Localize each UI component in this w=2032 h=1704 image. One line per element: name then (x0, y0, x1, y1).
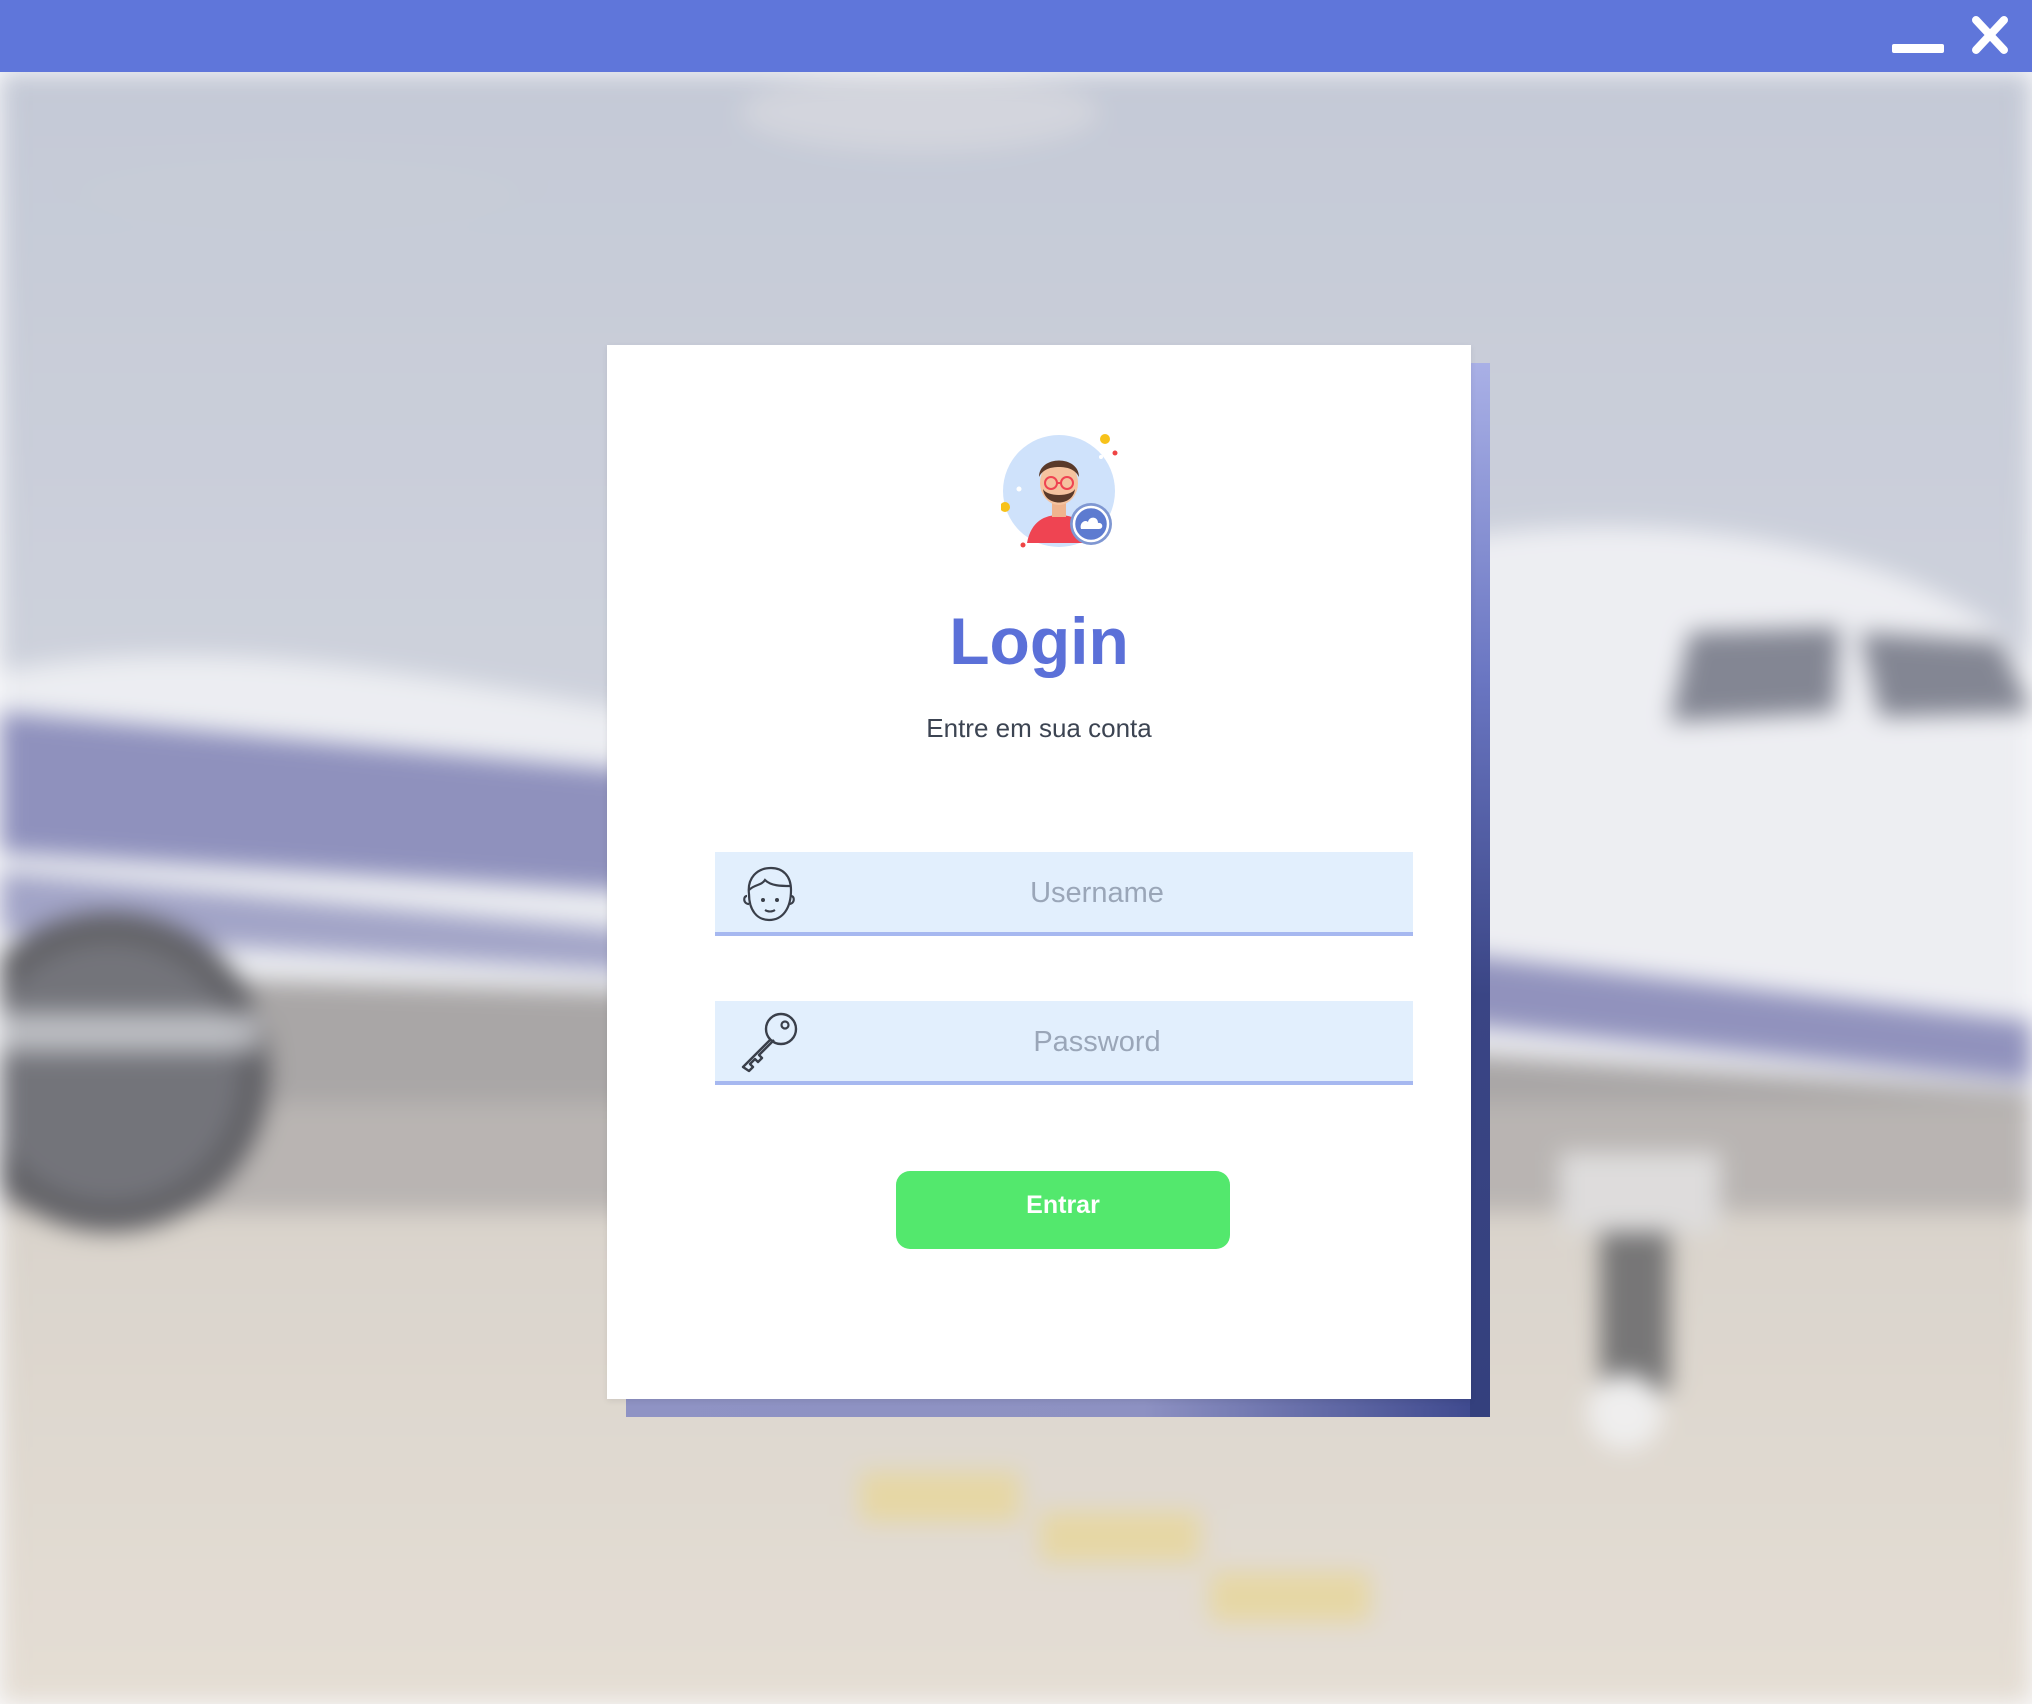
username-field[interactable] (715, 852, 1413, 936)
login-card: Login Entre em sua conta Entrar (607, 345, 1471, 1399)
page-subtitle: Entre em sua conta (926, 713, 1152, 743)
title-bar (0, 0, 2032, 72)
password-field[interactable] (715, 1001, 1413, 1085)
login-submit-button[interactable]: Entrar (896, 1171, 1230, 1249)
user-avatar-illustration (1001, 434, 1118, 548)
user-face-icon (743, 866, 795, 922)
key-icon (741, 1012, 798, 1073)
close-icon (1972, 16, 2008, 54)
password-input[interactable] (815, 1001, 1379, 1083)
minimize-icon (1892, 44, 1944, 53)
page-title: Login (949, 604, 1129, 678)
minimize-button[interactable] (1880, 0, 1954, 72)
close-button[interactable] (1960, 0, 2020, 72)
username-input[interactable] (815, 852, 1379, 934)
